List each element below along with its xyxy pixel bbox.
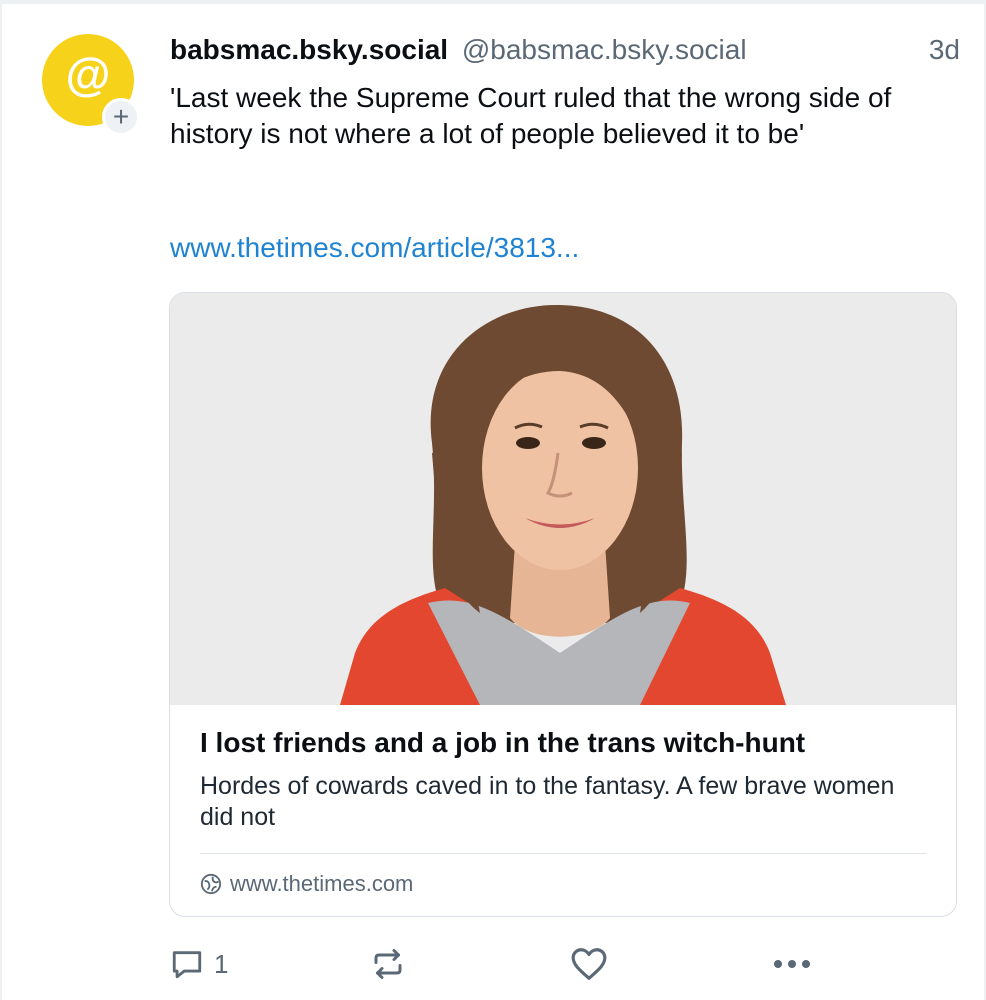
- article-description: Hordes of cowards caved in to the fantas…: [200, 772, 895, 831]
- post-header: babsmac.bsky.social @babsmac.bsky.social…: [170, 34, 960, 70]
- like-button[interactable]: [570, 944, 608, 984]
- article-thumbnail: [170, 293, 956, 705]
- post-text: 'Last week the Supreme Court ruled that …: [170, 82, 892, 149]
- display-name[interactable]: babsmac.bsky.social: [170, 34, 448, 65]
- post-timestamp[interactable]: 3d: [929, 34, 960, 66]
- more-options-button[interactable]: [772, 944, 812, 984]
- repost-button[interactable]: [370, 944, 406, 984]
- globe-icon: [200, 873, 222, 895]
- link-preview-card[interactable]: I lost friends and a job in the trans wi…: [169, 292, 957, 917]
- left-border: [0, 0, 2, 1000]
- follow-button[interactable]: +: [102, 98, 140, 136]
- top-divider: [0, 0, 986, 4]
- article-domain: www.thetimes.com: [200, 869, 413, 899]
- reply-button[interactable]: 1: [170, 944, 228, 984]
- repost-icon: [374, 949, 402, 979]
- reply-icon: [172, 951, 202, 979]
- user-handle[interactable]: @babsmac.bsky.social: [462, 34, 747, 65]
- article-domain-text: www.thetimes.com: [230, 871, 414, 896]
- post-link[interactable]: www.thetimes.com/article/3813...: [170, 230, 579, 266]
- more-icon: [774, 960, 810, 968]
- portrait-photo: [170, 293, 956, 705]
- card-divider: [200, 853, 926, 854]
- heart-icon: [571, 948, 607, 980]
- reply-count: 1: [214, 948, 229, 979]
- article-title[interactable]: I lost friends and a job in the trans wi…: [200, 727, 930, 759]
